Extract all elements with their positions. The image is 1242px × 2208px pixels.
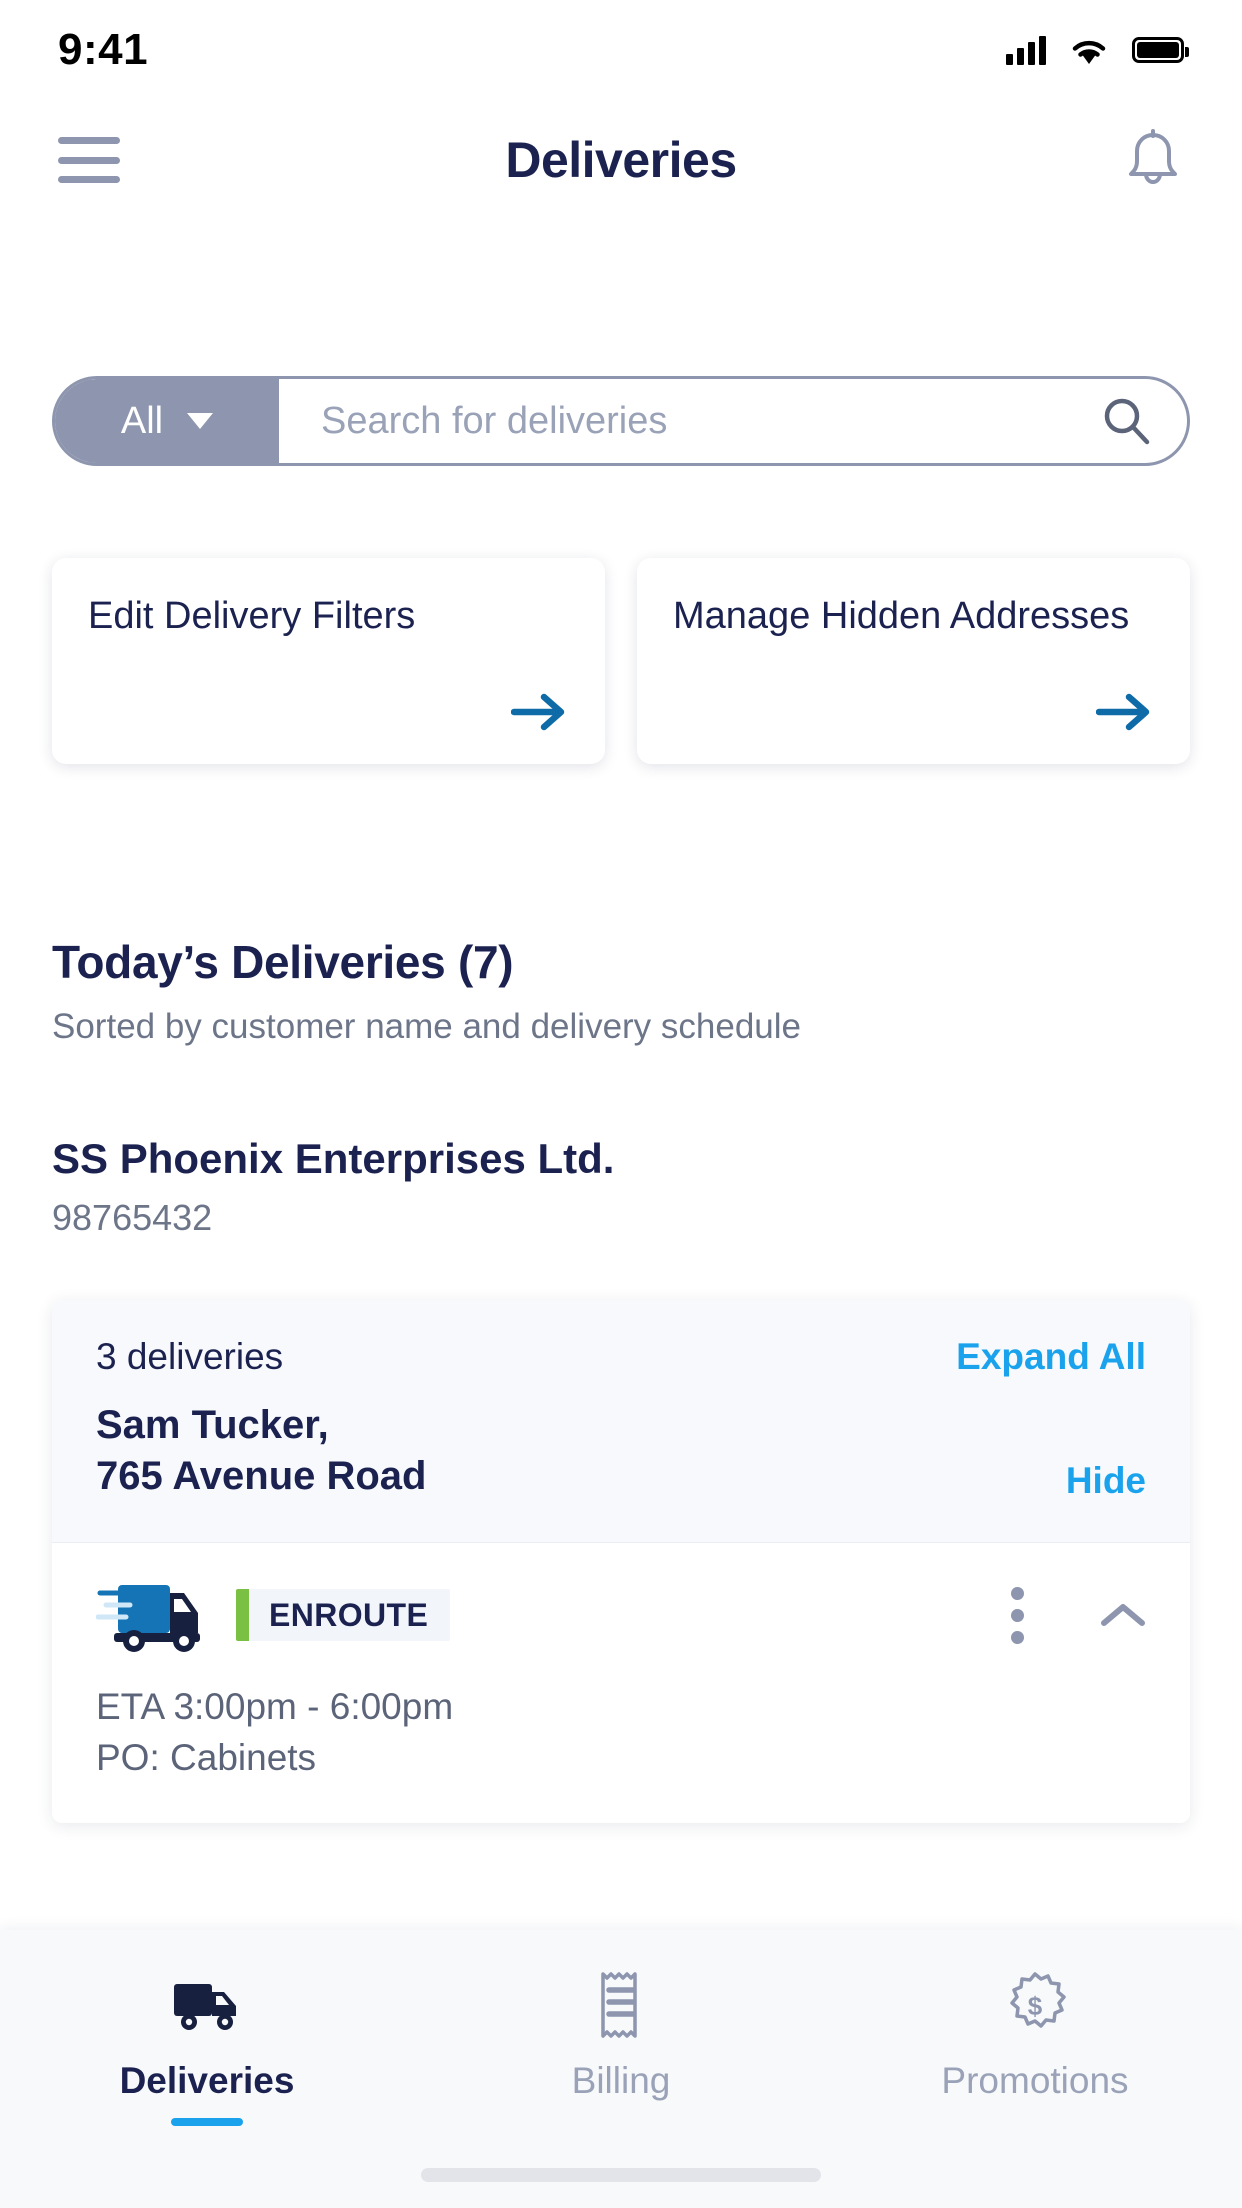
status-color-bar xyxy=(236,1589,249,1642)
nav-active-indicator xyxy=(171,2118,243,2126)
search-input[interactable]: Search for deliveries xyxy=(321,400,1101,443)
address-line-1: Sam Tucker, xyxy=(96,1403,329,1447)
nav-item-deliveries[interactable]: Deliveries xyxy=(0,1966,414,2126)
nav-label-deliveries: Deliveries xyxy=(119,2060,295,2101)
app-bar: Deliveries xyxy=(0,105,1242,215)
action-cards: Edit Delivery Filters Manage Hidden Addr… xyxy=(52,558,1190,764)
card-title: Manage Hidden Addresses xyxy=(673,595,1130,637)
receipt-icon xyxy=(595,1966,647,2044)
search-bar: All Search for deliveries xyxy=(52,376,1190,466)
search-scope-label: All xyxy=(120,399,164,442)
status-badge-label: ENROUTE xyxy=(269,1596,429,1633)
delivery-eta: ETA 3:00pm - 6:00pm xyxy=(96,1686,454,1728)
truck-icon xyxy=(170,1966,244,2044)
hamburger-menu-icon[interactable] xyxy=(58,137,120,183)
manage-hidden-addresses-card[interactable]: Manage Hidden Addresses xyxy=(637,558,1190,764)
status-bar: 9:41 xyxy=(0,0,1242,100)
search-bar-container: All Search for deliveries xyxy=(52,376,1190,466)
delivery-row: ENROUTE ETA 3:00pm - 6:00pm PO: Cabinets xyxy=(52,1542,1190,1824)
customer-name: SS Phoenix Enterprises Ltd. xyxy=(52,1135,615,1182)
bottom-navigation: Deliveries Billing $ Promotions xyxy=(0,1930,1242,2208)
chevron-down-icon xyxy=(187,413,214,429)
bell-icon[interactable] xyxy=(1122,129,1184,191)
chevron-up-icon[interactable] xyxy=(1100,1601,1146,1629)
edit-delivery-filters-card[interactable]: Edit Delivery Filters xyxy=(52,558,605,764)
delivery-po: PO: Cabinets xyxy=(96,1737,317,1779)
arrow-right-icon xyxy=(511,693,565,731)
nav-label-billing: Billing xyxy=(571,2060,671,2101)
hide-link[interactable]: Hide xyxy=(1066,1460,1146,1502)
dollar-badge-icon: $ xyxy=(1002,1966,1068,2044)
delivery-group-header: 3 deliveries Expand All Sam Tucker, 765 … xyxy=(52,1300,1190,1543)
delivery-count-label: 3 deliveries xyxy=(96,1336,284,1377)
home-indicator xyxy=(421,2168,821,2182)
svg-text:$: $ xyxy=(1028,1991,1043,2021)
app-screen: 9:41 Deliveries All Search for deliverie… xyxy=(0,0,1242,2208)
search-scope-selector[interactable]: All xyxy=(55,379,279,463)
customer-account-number: 98765432 xyxy=(52,1197,213,1238)
battery-icon xyxy=(1132,37,1189,63)
expand-all-link[interactable]: Expand All xyxy=(956,1336,1146,1378)
status-badge: ENROUTE xyxy=(236,1589,451,1642)
section-subtitle: Sorted by customer name and delivery sch… xyxy=(52,1007,802,1046)
status-time: 9:41 xyxy=(58,25,149,74)
arrow-right-icon xyxy=(1096,693,1150,731)
nav-item-promotions[interactable]: $ Promotions xyxy=(828,1966,1242,2102)
cellular-signal-icon xyxy=(1006,35,1046,65)
nav-item-billing[interactable]: Billing xyxy=(414,1966,828,2102)
search-field[interactable]: Search for deliveries xyxy=(279,379,1187,463)
status-icons xyxy=(1006,34,1189,66)
delivery-address: Sam Tucker, 765 Avenue Road xyxy=(96,1400,427,1502)
card-title: Edit Delivery Filters xyxy=(88,595,416,637)
address-line-2: 765 Avenue Road xyxy=(96,1454,427,1499)
delivery-group-card: 3 deliveries Expand All Sam Tucker, 765 … xyxy=(52,1300,1190,1824)
magnifier-icon[interactable] xyxy=(1101,395,1153,447)
delivery-meta: ETA 3:00pm - 6:00pm PO: Cabinets xyxy=(96,1681,1146,1783)
section-title: Today’s Deliveries (7) xyxy=(52,936,514,988)
customer-block: SS Phoenix Enterprises Ltd. 98765432 xyxy=(52,1135,1190,1239)
delivery-truck-icon xyxy=(96,1585,200,1653)
kebab-menu-icon[interactable] xyxy=(1011,1586,1024,1644)
section-header: Today’s Deliveries (7) Sorted by custome… xyxy=(52,935,1190,1047)
nav-label-promotions: Promotions xyxy=(941,2060,1129,2101)
wifi-icon xyxy=(1072,40,1106,64)
page-title: Deliveries xyxy=(505,132,737,188)
